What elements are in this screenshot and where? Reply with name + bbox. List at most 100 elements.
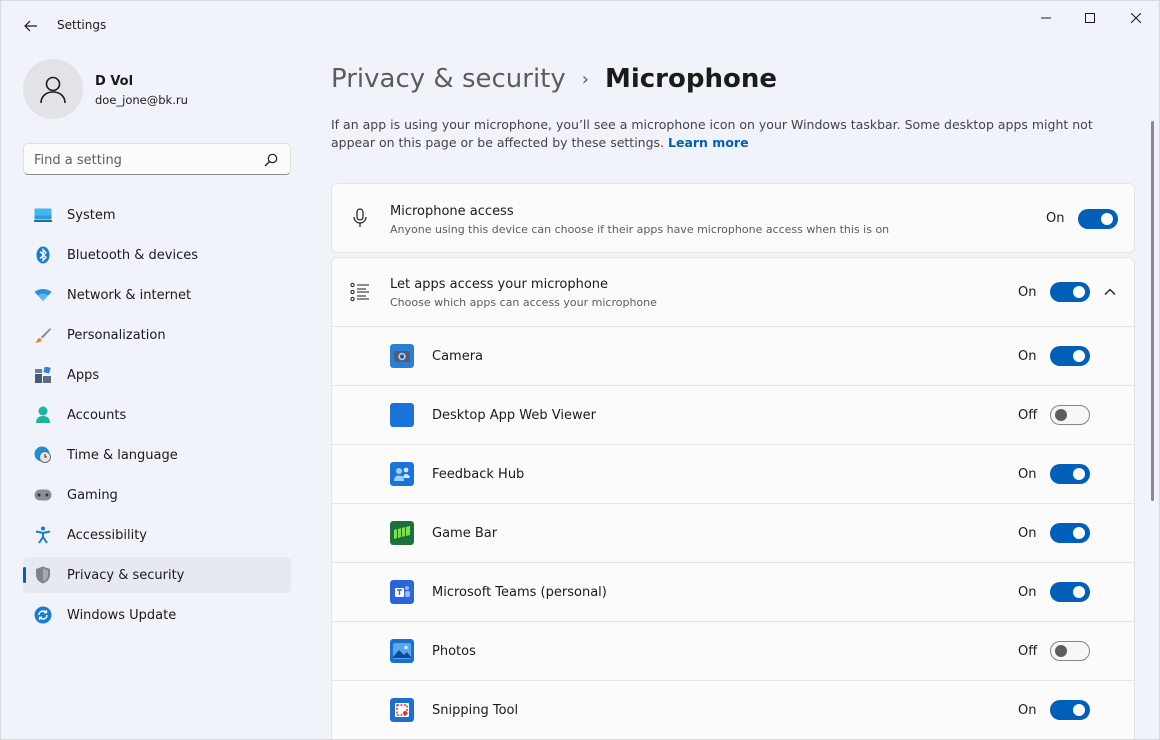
accessibility-icon: [34, 526, 52, 544]
chevron-right-icon: ›: [581, 68, 589, 90]
maximize-icon: [1085, 13, 1095, 23]
sidebar-item-label: Network & internet: [67, 287, 192, 303]
apps-access-subtitle: Choose which apps can access your microp…: [390, 296, 657, 309]
web-viewer-app-icon: [390, 403, 414, 427]
sidebar-item-accessibility[interactable]: Accessibility: [23, 517, 291, 553]
camera-app-icon: [390, 344, 414, 368]
toggle-knob: [1073, 704, 1085, 716]
brush-icon: [34, 326, 52, 344]
game-bar-app-icon: [390, 521, 414, 545]
close-icon: [1131, 13, 1141, 23]
sidebar-item-label: Personalization: [67, 327, 166, 343]
toggle-knob: [1073, 527, 1085, 539]
user-name: D Vol: [95, 74, 134, 89]
avatar: [23, 59, 83, 119]
scrollbar[interactable]: [1151, 121, 1154, 501]
toggle-knob: [1055, 645, 1067, 657]
app-name: Microsoft Teams (personal): [432, 585, 607, 600]
app-state: On: [1018, 703, 1037, 718]
sidebar-nav: System Bluetooth & devices Network & int…: [23, 197, 291, 637]
microphone-access-toggle[interactable]: [1078, 209, 1118, 229]
toggle-knob: [1073, 350, 1085, 362]
snipping-tool-app-icon: [390, 698, 414, 722]
close-button[interactable]: [1113, 1, 1159, 35]
user-profile[interactable]: D Vol doe_jone@bk.ru: [23, 59, 293, 119]
feedback-hub-toggle[interactable]: [1050, 464, 1090, 484]
apps-access-title: Let apps access your microphone: [390, 277, 609, 292]
sidebar-item-network[interactable]: Network & internet: [23, 277, 291, 313]
apps-access-header[interactable]: Let apps access your microphone Choose w…: [332, 258, 1134, 327]
app-name: Camera: [432, 349, 484, 364]
game-bar-toggle[interactable]: [1050, 523, 1090, 543]
app-state: On: [1018, 526, 1037, 541]
search-box: [23, 143, 291, 175]
title-bar: Settings: [1, 1, 1159, 49]
minimize-button[interactable]: [1023, 1, 1069, 35]
teams-app-icon: [390, 580, 414, 604]
toggle-knob: [1073, 286, 1085, 298]
microphone-access-card: Microphone access Anyone using this devi…: [331, 183, 1135, 253]
microphone-access-state: On: [1046, 211, 1065, 226]
app-row-game-bar: Game Bar On: [332, 504, 1134, 563]
sidebar-item-system[interactable]: System: [23, 197, 291, 233]
sidebar-item-label: Bluetooth & devices: [67, 247, 198, 263]
microphone-access-subtitle: Anyone using this device can choose if t…: [390, 223, 890, 236]
sidebar-item-gaming[interactable]: Gaming: [23, 477, 291, 513]
sidebar-item-time-language[interactable]: Time & language: [23, 437, 291, 473]
minimize-icon: [1041, 17, 1051, 19]
app-name: Desktop App Web Viewer: [432, 408, 596, 423]
sidebar-item-label: Time & language: [67, 447, 178, 463]
maximize-button[interactable]: [1067, 1, 1113, 35]
app-title: Settings: [57, 18, 107, 32]
app-name: Feedback Hub: [432, 467, 525, 482]
update-icon: [34, 606, 52, 624]
back-button[interactable]: [15, 13, 47, 39]
app-state: On: [1018, 349, 1037, 364]
sidebar-item-personalization[interactable]: Personalization: [23, 317, 291, 353]
search-input[interactable]: [34, 150, 254, 170]
page-title: Microphone: [604, 64, 777, 94]
photos-toggle[interactable]: [1050, 641, 1090, 661]
app-name: Game Bar: [432, 526, 498, 541]
sidebar-item-label: Accessibility: [67, 527, 147, 543]
apps-access-card: Let apps access your microphone Choose w…: [331, 257, 1135, 739]
toggle-knob: [1101, 213, 1113, 225]
bluetooth-icon: [34, 246, 52, 264]
desktop-app-web-viewer-toggle[interactable]: [1050, 405, 1090, 425]
sidebar-item-privacy-security[interactable]: Privacy & security: [23, 557, 291, 593]
feedback-hub-app-icon: [390, 462, 414, 486]
snipping-tool-toggle[interactable]: [1050, 700, 1090, 720]
list-icon: [350, 282, 369, 302]
breadcrumb-parent[interactable]: Privacy & security: [331, 64, 566, 94]
learn-more-link[interactable]: Learn more: [668, 135, 749, 150]
app-state: Off: [1018, 644, 1038, 659]
microsoft-teams-toggle[interactable]: [1050, 582, 1090, 602]
search-icon[interactable]: [264, 153, 278, 167]
app-row-snipping-tool: Snipping Tool On: [332, 681, 1134, 739]
photos-app-icon: [390, 639, 414, 663]
settings-window: Settings D Vol doe_jone@bk.ru Find a set…: [0, 0, 1160, 740]
sidebar-item-windows-update[interactable]: Windows Update: [23, 597, 291, 633]
app-state: On: [1018, 467, 1037, 482]
app-row-feedback-hub: Feedback Hub On: [332, 445, 1134, 504]
sidebar-item-apps[interactable]: Apps: [23, 357, 291, 393]
clock-globe-icon: [34, 446, 52, 464]
sidebar-item-label: Gaming: [67, 487, 118, 503]
back-arrow-icon: [24, 20, 37, 32]
chevron-up-icon[interactable]: [1102, 284, 1118, 300]
sidebar-item-accounts[interactable]: Accounts: [23, 397, 291, 433]
app-state: Off: [1018, 408, 1038, 423]
breadcrumb: Privacy & security › Microphone: [331, 61, 777, 97]
person-icon: [34, 406, 52, 424]
sidebar-item-label: Accounts: [67, 407, 127, 423]
app-row-desktop-app-web-viewer: Desktop App Web Viewer Off: [332, 386, 1134, 445]
apps-access-toggle[interactable]: [1050, 282, 1090, 302]
sidebar-item-label: System: [67, 207, 116, 223]
sidebar-item-label: Privacy & security: [67, 567, 185, 583]
toggle-knob: [1073, 468, 1085, 480]
app-row-camera: Camera On: [332, 327, 1134, 386]
sidebar-item-label: Windows Update: [67, 607, 177, 623]
camera-toggle[interactable]: [1050, 346, 1090, 366]
gamepad-icon: [34, 486, 52, 504]
sidebar-item-bluetooth[interactable]: Bluetooth & devices: [23, 237, 291, 273]
